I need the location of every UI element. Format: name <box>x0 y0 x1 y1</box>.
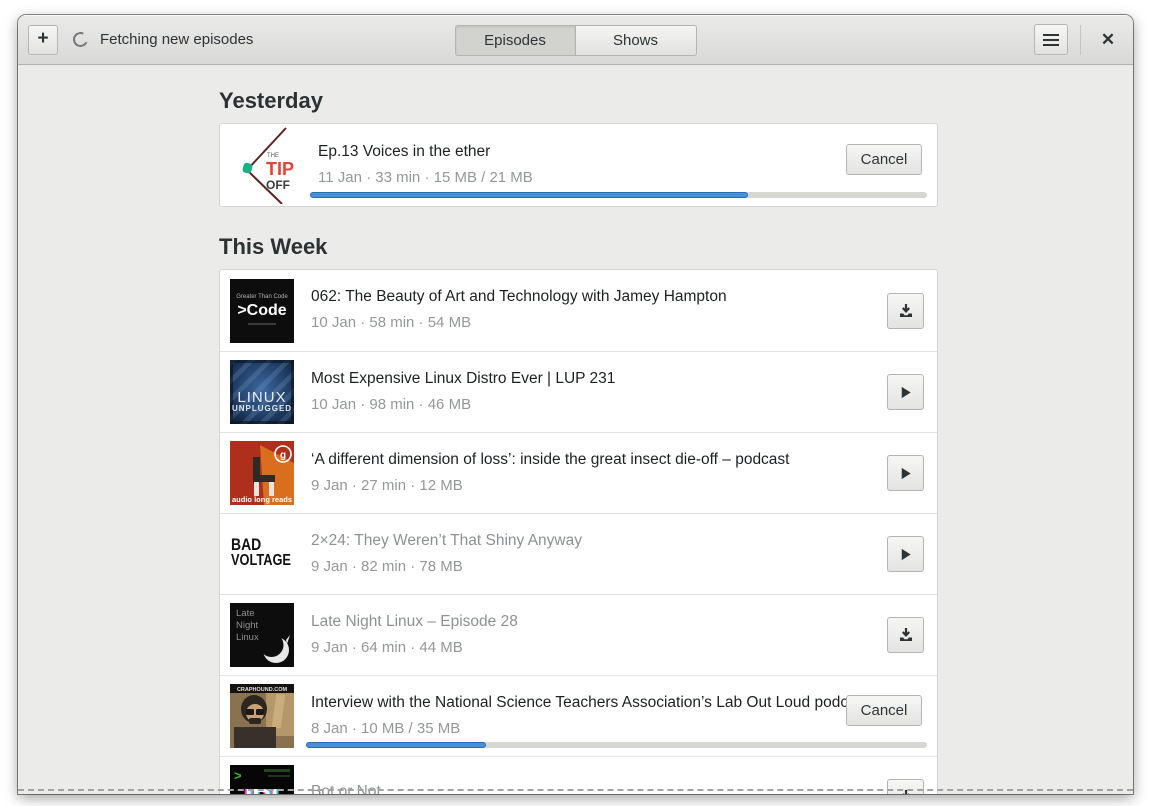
episode-meta: 11 Jan · 33 min · 15 MB / 21 MB <box>318 168 533 186</box>
play-icon <box>901 467 911 479</box>
spinner-icon <box>70 29 91 50</box>
close-window-button[interactable]: ✕ <box>1093 25 1123 55</box>
app-window: + Fetching new episodes Episodes Shows ✕… <box>18 15 1133 794</box>
svg-text:audio long reads: audio long reads <box>232 495 292 504</box>
hamburger-icon <box>1043 33 1059 46</box>
cancel-download-button[interactable]: Cancel <box>846 694 922 726</box>
download-button[interactable] <box>887 292 924 329</box>
podcast-artwork-audio-long-reads: g audio long reads <box>230 441 294 505</box>
svg-text:g: g <box>280 450 286 461</box>
episode-row[interactable]: THE TIP OFF Ep.13 Voices in the ether 11… <box>220 124 937 206</box>
download-progressbar <box>306 742 927 748</box>
episode-meta: 9 Jan · 82 min · 78 MB <box>311 557 463 575</box>
svg-text:>: > <box>234 768 242 783</box>
svg-text:OFF: OFF <box>266 178 290 192</box>
episode-title: 2×24: They Weren’t That Shiny Anyway <box>311 531 582 549</box>
download-button[interactable] <box>887 617 924 653</box>
tab-shows[interactable]: Shows <box>575 25 697 56</box>
svg-text:TIP: TIP <box>266 159 294 179</box>
episode-title: 062: The Beauty of Art and Technology wi… <box>311 288 727 305</box>
header-separator <box>1080 24 1081 55</box>
download-icon <box>899 303 912 317</box>
episode-row[interactable]: Late Night Linux Late Night Linux – Epis… <box>220 594 937 675</box>
play-button[interactable] <box>887 536 924 572</box>
episode-card: THE TIP OFF Ep.13 Voices in the ether 11… <box>219 123 938 207</box>
episode-meta: 9 Jan · 27 min · 12 MB <box>311 476 463 494</box>
episode-list: Greater Than Code >Code 062: The Beauty … <box>219 269 938 794</box>
episode-title: Most Expensive Linux Distro Ever | LUP 2… <box>311 369 616 387</box>
tab-episodes[interactable]: Episodes <box>454 25 576 56</box>
episode-title: Interview with the National Science Teac… <box>311 693 846 711</box>
episode-title: Late Night Linux – Episode 28 <box>311 612 518 630</box>
episodes-view: Yesterday THE TIP OFF Ep.13 Voices in th… <box>18 65 1133 794</box>
add-podcast-button[interactable]: + <box>28 24 58 55</box>
podcast-artwork-tipoff: THE TIP OFF <box>232 126 310 204</box>
episode-row[interactable]: g audio long reads ‘A different dimensio… <box>220 432 937 513</box>
podcast-artwork-craphound: CRAPHOUND.COM <box>230 684 294 748</box>
play-button[interactable] <box>887 455 924 491</box>
svg-text:CRAPHOUND.COM: CRAPHOUND.COM <box>237 687 288 693</box>
play-button[interactable] <box>887 374 924 410</box>
episode-meta: 10 Jan · 58 min · 54 MB <box>311 314 472 331</box>
headerbar: + Fetching new episodes Episodes Shows ✕ <box>18 15 1133 65</box>
episode-meta: 10 Jan · 98 min · 46 MB <box>311 395 472 413</box>
episode-meta: 8 Jan · 10 MB / 35 MB <box>311 719 461 737</box>
view-switcher: Episodes Shows <box>454 25 697 56</box>
download-progressbar <box>310 192 927 198</box>
episode-row[interactable]: Greater Than Code >Code 062: The Beauty … <box>220 270 937 351</box>
crescent-moon-icon <box>259 633 290 663</box>
scroll-undershoot-indicator <box>18 789 1133 791</box>
section-title-yesterday: Yesterday <box>219 88 323 113</box>
episode-row[interactable]: LINUX UNPLUGGED Most Expensive Linux Dis… <box>220 351 937 432</box>
episode-title: Ep.13 Voices in the ether <box>318 142 491 160</box>
episode-row[interactable]: BAD VOLTAGE 2×24: They Weren’t That Shin… <box>220 513 937 594</box>
podcast-artwork-late-night-linux: Late Night Linux <box>230 603 294 667</box>
status-text: Fetching new episodes <box>100 31 254 48</box>
download-icon <box>899 628 912 641</box>
episode-meta: 9 Jan · 64 min · 44 MB <box>311 638 463 656</box>
podcast-artwork-greater-than-code: Greater Than Code >Code <box>230 278 294 343</box>
podcast-artwork-linux-unplugged: LINUX UNPLUGGED <box>230 360 294 424</box>
menu-button[interactable] <box>1034 24 1068 55</box>
cancel-download-button[interactable]: Cancel <box>846 143 922 175</box>
podcast-artwork-bad-voltage: BAD VOLTAGE <box>230 522 294 586</box>
play-icon <box>901 548 911 560</box>
header-right: ✕ <box>1034 24 1123 55</box>
episode-row[interactable]: CRAPHOUND.COM Interview with the Nationa… <box>220 675 937 756</box>
download-button[interactable] <box>887 779 924 794</box>
episode-title: ‘A different dimension of loss’: inside … <box>311 450 790 468</box>
play-icon <box>901 386 911 398</box>
section-title-this-week: This Week <box>219 234 328 259</box>
